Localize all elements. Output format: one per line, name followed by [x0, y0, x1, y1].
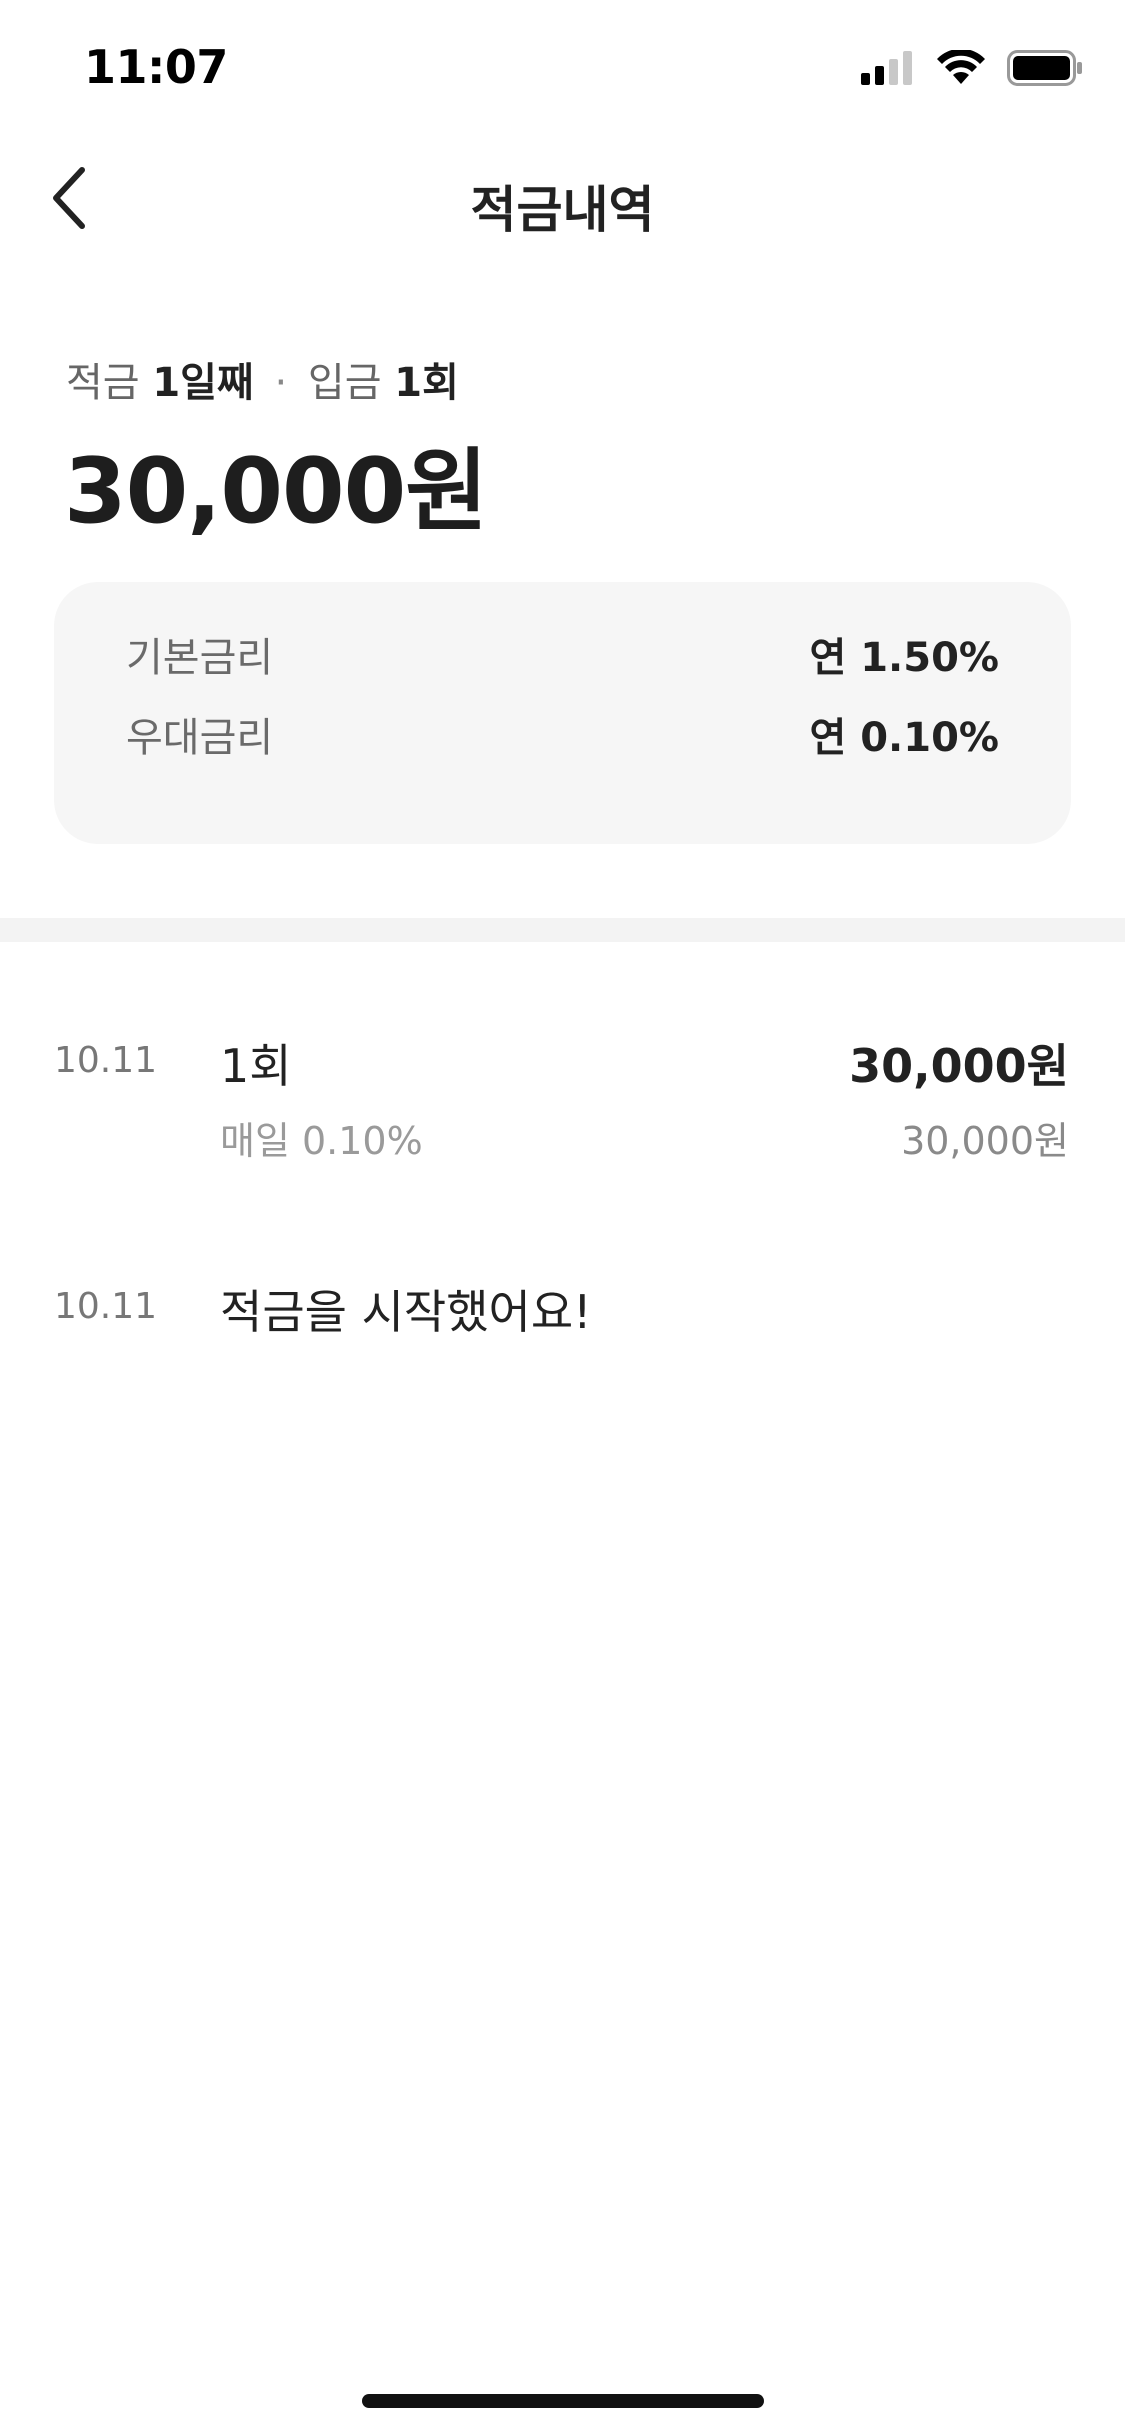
history-item-start: 10.11 적금을 시작했어요!	[0, 1276, 1125, 1356]
history-title: 적금을 시작했어요!	[220, 1285, 592, 1339]
bonus-rate-value: 연 0.10%	[809, 715, 1000, 761]
history-balance: 30,000원	[901, 1119, 1069, 1163]
nav-bar: 적금내역	[0, 150, 1125, 250]
section-divider	[0, 918, 1125, 942]
bonus-rate-row: 우대금리 연 0.10%	[126, 704, 999, 764]
history-date: 10.11	[54, 1286, 158, 1327]
total-saved-amount: 30,000원	[64, 439, 488, 544]
history-item-deposit[interactable]: 10.11 1회 매일 0.10% 30,000원 30,000원	[0, 1030, 1125, 1200]
meta-separator: ·	[274, 360, 288, 406]
home-indicator	[362, 2394, 764, 2408]
page-title: 적금내역	[470, 181, 655, 239]
history-rate-subtitle: 매일 0.10%	[220, 1119, 423, 1163]
history-deposit-amount: 30,000원	[849, 1039, 1069, 1093]
interest-rate-card: 기본금리 연 1.50% 우대금리 연 0.10%	[54, 582, 1071, 844]
saving-day-count: 1일째	[152, 360, 254, 406]
status-icons	[861, 48, 1083, 90]
status-bar: 11:07	[0, 0, 1125, 132]
history-date: 10.11	[54, 1040, 158, 1081]
cellular-signal-icon	[861, 51, 915, 89]
battery-icon	[1007, 50, 1083, 90]
base-rate-value: 연 1.50%	[809, 635, 1000, 681]
base-rate-row: 기본금리 연 1.50%	[126, 624, 999, 684]
history-title: 1회	[220, 1039, 292, 1093]
deposit-count: 1회	[394, 360, 459, 406]
saving-label: 적금	[66, 360, 140, 406]
wifi-icon	[937, 48, 985, 90]
saving-progress-meta: 적금 1일째 · 입금 1회	[66, 350, 459, 408]
status-time: 11:07	[84, 40, 228, 94]
base-rate-label: 기본금리	[126, 635, 274, 681]
bonus-rate-label: 우대금리	[126, 715, 274, 761]
deposit-label: 입금	[307, 360, 382, 406]
